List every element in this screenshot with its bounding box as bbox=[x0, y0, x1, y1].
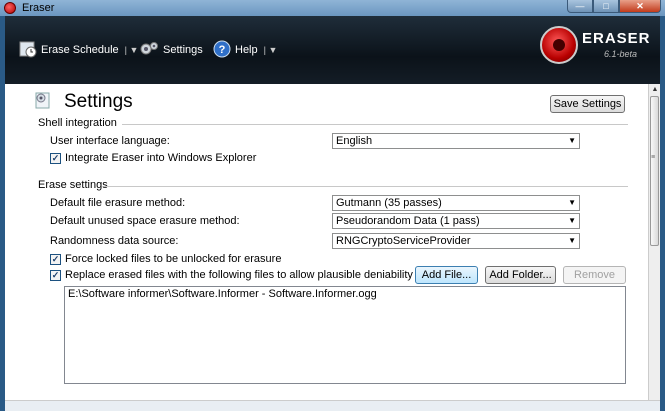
help-icon: ? bbox=[213, 40, 231, 61]
svg-text:?: ? bbox=[219, 44, 226, 56]
randomness-source-value: RNGCryptoServiceProvider bbox=[336, 235, 471, 247]
force-locked-label: Force locked files to be unlocked for er… bbox=[65, 253, 282, 265]
window-controls: — □ ✕ bbox=[567, 0, 661, 14]
deniability-files-list[interactable]: E:\Software informer\Software.Informer -… bbox=[64, 286, 626, 384]
remove-button[interactable]: Remove bbox=[563, 266, 626, 284]
erase-schedule-icon bbox=[19, 40, 37, 61]
integrate-explorer-checkbox[interactable]: ✓ bbox=[50, 152, 61, 164]
grip-icon: ≡ bbox=[651, 154, 656, 161]
help-label: Help bbox=[235, 44, 258, 56]
close-button[interactable]: ✕ bbox=[619, 0, 661, 13]
chevron-down-icon: ▼ bbox=[568, 136, 576, 145]
randomness-source-select[interactable]: RNGCryptoServiceProvider ▼ bbox=[332, 233, 580, 249]
unused-space-method-select[interactable]: Pseudorandom Data (1 pass) ▼ bbox=[332, 213, 580, 229]
app-icon[interactable] bbox=[4, 2, 16, 14]
page-title: Settings bbox=[64, 91, 133, 112]
add-folder-button[interactable]: Add Folder... bbox=[485, 266, 556, 284]
list-item[interactable]: E:\Software informer\Software.Informer -… bbox=[65, 287, 625, 301]
toolbar: Erase Schedule | ▼ Settings ? Help | ▼ E… bbox=[5, 16, 660, 84]
erase-settings-group-label: Erase settings bbox=[38, 179, 108, 191]
maximize-button[interactable]: □ bbox=[593, 0, 619, 13]
status-strip bbox=[5, 400, 660, 411]
chevron-down-icon: ▼ bbox=[568, 198, 576, 207]
shell-integration-group-label: Shell integration bbox=[38, 117, 117, 129]
randomness-source-label: Randomness data source: bbox=[50, 235, 179, 247]
settings-button[interactable]: Settings bbox=[139, 40, 203, 60]
title-bar: Eraser — □ ✕ bbox=[0, 0, 665, 16]
add-file-button[interactable]: Add File... bbox=[415, 266, 478, 284]
save-settings-button[interactable]: Save Settings bbox=[550, 95, 625, 113]
settings-label: Settings bbox=[163, 44, 203, 56]
plausible-deniability-label: Replace erased files with the following … bbox=[65, 269, 413, 281]
eraser-logo: ERASER 6.1-beta bbox=[540, 22, 650, 77]
chevron-down-icon: ▼ bbox=[568, 236, 576, 245]
language-select[interactable]: English ▼ bbox=[332, 133, 580, 149]
integrate-explorer-row[interactable]: ✓ Integrate Eraser into Windows Explorer bbox=[50, 152, 256, 164]
minimize-button[interactable]: — bbox=[567, 0, 593, 13]
erase-schedule-label: Erase Schedule bbox=[41, 44, 119, 56]
file-erasure-method-label: Default file erasure method: bbox=[50, 197, 186, 209]
logo-icon bbox=[540, 26, 578, 64]
plausible-deniability-checkbox[interactable]: ✓ bbox=[50, 269, 61, 281]
scrollbar-thumb[interactable] bbox=[650, 96, 659, 246]
vertical-scrollbar[interactable]: ▲ ≡ bbox=[648, 84, 660, 400]
scroll-up-icon[interactable]: ▲ bbox=[650, 84, 660, 96]
force-locked-row[interactable]: ✓ Force locked files to be unlocked for … bbox=[50, 253, 281, 265]
chevron-down-icon: ▼ bbox=[568, 216, 576, 225]
erase-schedule-button[interactable]: Erase Schedule | ▼ bbox=[19, 40, 138, 60]
settings-page-icon bbox=[33, 90, 53, 110]
language-label: User interface language: bbox=[50, 135, 170, 147]
window-title: Eraser bbox=[22, 2, 55, 14]
settings-panel: Settings Save Settings Shell integration… bbox=[5, 84, 648, 400]
plausible-deniability-row[interactable]: ✓ Replace erased files with the followin… bbox=[50, 269, 413, 281]
unused-space-method-label: Default unused space erasure method: bbox=[50, 215, 240, 227]
language-value: English bbox=[336, 135, 373, 147]
erase-settings-divider bbox=[104, 186, 628, 187]
unused-space-method-value: Pseudorandom Data (1 pass) bbox=[336, 215, 480, 227]
logo-version: 6.1-beta bbox=[604, 49, 638, 59]
force-locked-checkbox[interactable]: ✓ bbox=[50, 253, 61, 265]
help-dropdown-icon[interactable]: | ▼ bbox=[264, 45, 278, 55]
gear-icon bbox=[139, 40, 159, 61]
shell-integration-divider bbox=[122, 124, 628, 125]
erase-schedule-dropdown-icon[interactable]: | ▼ bbox=[125, 45, 139, 55]
integrate-explorer-label: Integrate Eraser into Windows Explorer bbox=[65, 152, 257, 164]
file-erasure-method-value: Gutmann (35 passes) bbox=[336, 197, 442, 209]
help-button[interactable]: ? Help | ▼ bbox=[213, 40, 277, 60]
file-erasure-method-select[interactable]: Gutmann (35 passes) ▼ bbox=[332, 195, 580, 211]
logo-name: ERASER bbox=[582, 30, 651, 47]
